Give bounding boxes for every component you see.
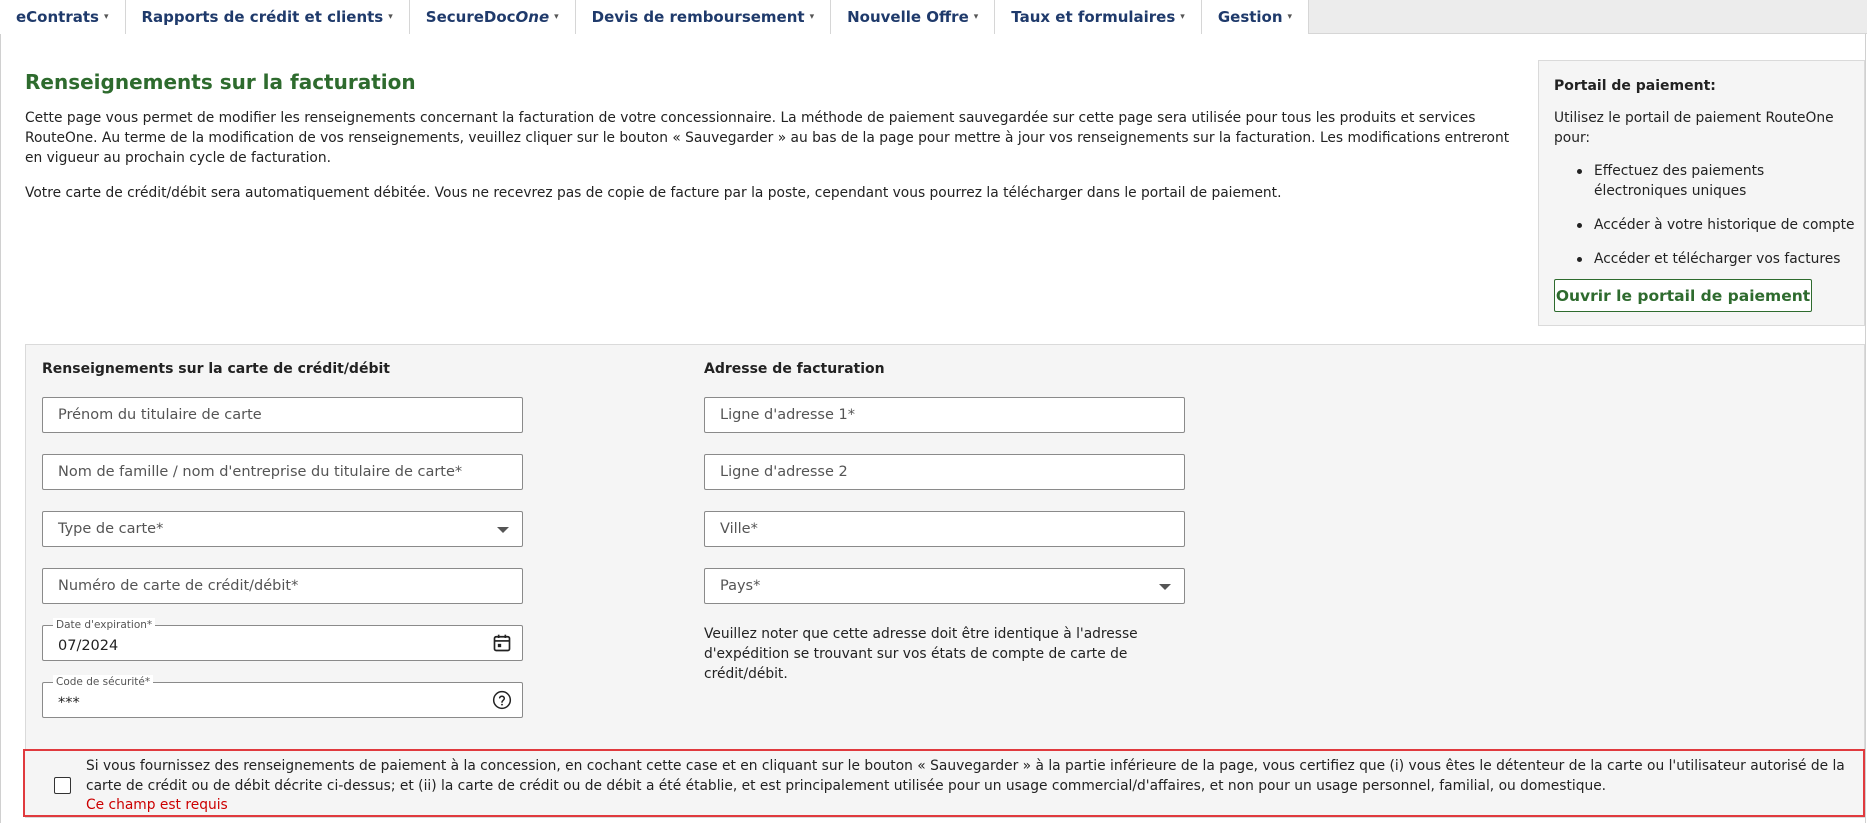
tab-securedoc[interactable]: SecureDoc One ▾ [409,0,576,34]
tab-econtrats[interactable]: eContrats ▾ [0,0,126,34]
security-code-input[interactable]: Code de sécurité* *** [42,675,523,718]
list-item: Accéder et télécharger vos factures [1577,249,1859,269]
address-section-title: Adresse de facturation [704,361,885,377]
list-item: Accéder à votre historique de compte [1577,215,1859,235]
chevron-down-icon: ▾ [388,12,393,22]
portal-title: Portail de paiement: [1554,78,1716,94]
page-intro-auto-debit: Votre carte de crédit/débit sera automat… [25,185,1282,201]
tab-label: Rapports de crédit et clients [141,8,384,26]
cardholder-first-name-input[interactable]: Prénom du titulaire de carte [42,397,523,433]
certification-checkbox[interactable] [54,777,71,794]
field-value: *** [58,695,80,711]
required-field-error: Ce champ est requis [86,797,228,813]
field-placeholder: Ligne d'adresse 1* [720,407,855,423]
tab-gestion[interactable]: Gestion ▾ [1201,0,1310,34]
tab-label: eContrats [16,8,99,26]
chevron-down-icon: ▾ [809,12,815,22]
chevron-down-icon: ▾ [554,12,559,22]
expiry-date-input[interactable]: Date d'expiration* 07/2024 [42,618,523,661]
field-placeholder: Ligne d'adresse 2 [720,464,848,480]
field-label: Date d'expiration* [53,618,156,632]
help-circle-icon[interactable] [492,690,512,710]
chevron-down-icon: ▾ [973,12,979,22]
field-placeholder: Type de carte* [58,521,164,537]
card-type-select[interactable]: Type de carte* [42,511,523,547]
field-placeholder: Pays* [720,578,761,594]
open-payment-portal-button[interactable]: Ouvrir le portail de paiement [1554,279,1812,312]
country-select[interactable]: Pays* [704,568,1185,604]
tab-taux-formulaires[interactable]: Taux et formulaires ▾ [995,0,1202,34]
field-label: Code de sécurité* [53,675,154,689]
chevron-down-icon: ▾ [1180,12,1185,22]
portal-list: Effectuez des paiements électroniques un… [1577,161,1859,283]
tab-label: Taux et formulaires [1011,8,1176,26]
field-placeholder: Ville* [720,521,758,537]
chevron-down-icon: ▾ [1287,12,1293,22]
field-placeholder: Numéro de carte de crédit/débit* [58,578,299,594]
portal-text: Utilisez le portail de paiement RouteOne… [1554,110,1834,146]
field-value: 07/2024 [58,638,119,654]
address-line-2-input[interactable]: Ligne d'adresse 2 [704,454,1185,490]
tab-nouvelle-offre[interactable]: Nouvelle Offre ▾ [831,0,996,34]
page-title: Renseignements sur la facturation [25,70,416,94]
tab-label-italic: One [515,8,550,26]
address-note: Veuillez noter que cette adresse doit êt… [704,626,1138,682]
list-item: Effectuez des paiements électroniques un… [1577,161,1859,201]
certification-box: Si vous fournissez des renseignements de… [23,749,1865,817]
nav-tabs: eContrats ▾ Rapports de crédit et client… [0,0,1867,34]
card-section-title: Renseignements sur la carte de crédit/dé… [42,361,390,377]
card-number-input[interactable]: Numéro de carte de crédit/débit* [42,568,523,604]
tab-devis-remboursement[interactable]: Devis de remboursement ▾ [575,0,832,34]
chevron-down-icon [497,527,509,533]
certification-text: Si vous fournissez des renseignements de… [86,758,1845,794]
chevron-down-icon: ▾ [103,12,109,22]
tab-label: Nouvelle Offre [847,8,969,26]
address-line-1-input[interactable]: Ligne d'adresse 1* [704,397,1185,433]
chevron-down-icon [1159,584,1171,590]
tab-label: Gestion [1217,8,1283,26]
calendar-icon[interactable] [492,633,512,653]
city-input[interactable]: Ville* [704,511,1185,547]
tab-label: SecureDoc [425,8,516,26]
field-placeholder: Prénom du titulaire de carte [58,407,262,423]
page-intro: Cette page vous permet de modifier les r… [25,110,1510,166]
tab-label: Devis de remboursement [591,8,805,26]
field-placeholder: Nom de famille / nom d'entreprise du tit… [58,464,463,480]
tab-rapports-credit[interactable]: Rapports de crédit et clients ▾ [125,0,410,34]
top-nav: eContrats ▾ Rapports de crédit et client… [0,0,1867,34]
payment-portal-panel: Portail de paiement: Utilisez le portail… [1538,60,1865,326]
cardholder-last-name-input[interactable]: Nom de famille / nom d'entreprise du tit… [42,454,523,490]
